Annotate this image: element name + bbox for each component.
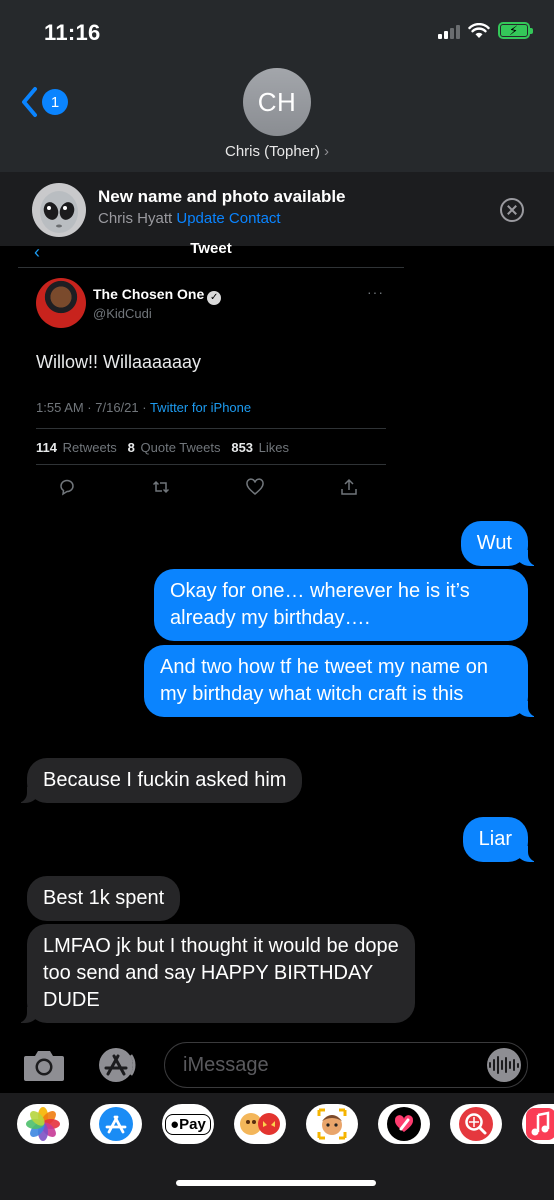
digital-touch-app-icon[interactable] (378, 1104, 430, 1144)
message-sent[interactable]: And two how tf he tweet my name on my bi… (144, 645, 538, 717)
divider (36, 464, 386, 465)
banner-subtitle: Chris Hyatt Update Contact (98, 210, 281, 227)
apple-pay-app-icon[interactable]: ●Pay (162, 1104, 214, 1144)
message-input-placeholder: iMessage (183, 1054, 269, 1076)
status-time: 11:16 (44, 20, 101, 45)
memoji-stickers-app-icon[interactable] (234, 1104, 286, 1144)
banner-title: New name and photo available (98, 187, 346, 206)
tweet-stats: 114 Retweets 8 Quote Tweets 853 Likes (36, 440, 289, 455)
quote-label: Quote Tweets (140, 440, 221, 455)
retweet-count: 114 (36, 440, 57, 455)
divider (36, 428, 386, 429)
message-received[interactable]: LMFAO jk but I thought it would be dope … (17, 924, 415, 1023)
tweet-author-name: The Chosen One ✓ (93, 286, 222, 305)
quote-count: 8 (127, 440, 135, 455)
message-input[interactable]: iMessage (164, 1042, 528, 1088)
tweet-screenshot-image[interactable]: Tweet ‹ The Chosen One ✓ @KidCudi ··· Wil… (18, 240, 404, 508)
apple-pay-label: Pay (179, 1115, 206, 1133)
message-received[interactable]: Because I fuckin asked him (16, 758, 303, 803)
home-indicator (176, 1180, 376, 1186)
battery-charging-icon: ⚡ (498, 22, 533, 39)
contact-name-label: Chris (Topher) (224, 143, 321, 160)
camera-icon[interactable] (22, 1047, 66, 1083)
wifi-icon (468, 22, 490, 38)
reply-icon (60, 479, 74, 496)
message-sent[interactable]: Liar (462, 817, 539, 862)
like-label: Likes (258, 440, 290, 455)
apple-logo-icon: ● (170, 1115, 180, 1133)
close-icon[interactable] (500, 198, 524, 222)
divider (18, 267, 404, 268)
alien-memoji-avatar (32, 183, 86, 237)
verified-badge-icon: ✓ (207, 291, 222, 305)
tweet-text: Willow!! Willaaaaaay (36, 352, 202, 372)
banner-contact-name: Chris Hyatt (98, 210, 173, 227)
tweet-back-chevron-icon: ‹ (34, 242, 40, 262)
more-options-icon: ··· (367, 284, 384, 300)
status-icons: ⚡ (438, 22, 533, 39)
share-icon (341, 478, 357, 495)
back-button[interactable]: 1 (20, 86, 68, 118)
unread-count-badge: 1 (42, 89, 68, 115)
app-store-drawer-icon[interactable] (94, 1045, 140, 1085)
tweet-source: Twitter for iPhone (149, 400, 252, 415)
message-received[interactable]: Best 1k spent (27, 876, 181, 921)
contact-avatar[interactable]: CH (243, 68, 311, 136)
conversation-header: 11:16 ⚡ 1 CH Chris (Topher) › (0, 0, 554, 172)
voice-message-icon[interactable] (487, 1048, 521, 1082)
heart-icon (246, 478, 264, 495)
tweet-actions (58, 478, 358, 496)
animoji-app-icon[interactable] (306, 1104, 358, 1144)
web-search-app-icon[interactable] (450, 1104, 502, 1144)
tweet-meta: 1:55 AM · 7/16/21 · Twitter for iPhone (36, 400, 251, 415)
retweet-label: Retweets (62, 440, 117, 455)
name-photo-banner: New name and photo available Chris Hyatt… (0, 172, 554, 246)
tweet-author-handle: @KidCudi (93, 306, 152, 321)
retweet-icon (152, 480, 170, 494)
contact-name[interactable]: Chris (Topher) › (0, 143, 554, 160)
message-sent[interactable]: Okay for one… wherever he is it’s alread… (154, 569, 528, 641)
tweet-author-name-text: The Chosen One (93, 286, 205, 302)
tweet-author-avatar (36, 278, 86, 328)
photos-app-icon[interactable] (17, 1104, 69, 1144)
music-app-icon[interactable] (522, 1104, 554, 1144)
update-contact-link[interactable]: Update Contact (176, 210, 280, 227)
chevron-right-icon: › (324, 143, 330, 160)
like-count: 853 (231, 440, 254, 455)
message-sent[interactable]: Wut (460, 521, 539, 566)
chevron-left-icon (22, 87, 37, 117)
tweet-header-title: Tweet (190, 240, 232, 257)
app-store-app-icon[interactable] (90, 1104, 142, 1144)
cellular-signal-icon (438, 23, 460, 39)
tweet-timestamp: 1:55 AM · 7/16/21 · (36, 400, 150, 415)
